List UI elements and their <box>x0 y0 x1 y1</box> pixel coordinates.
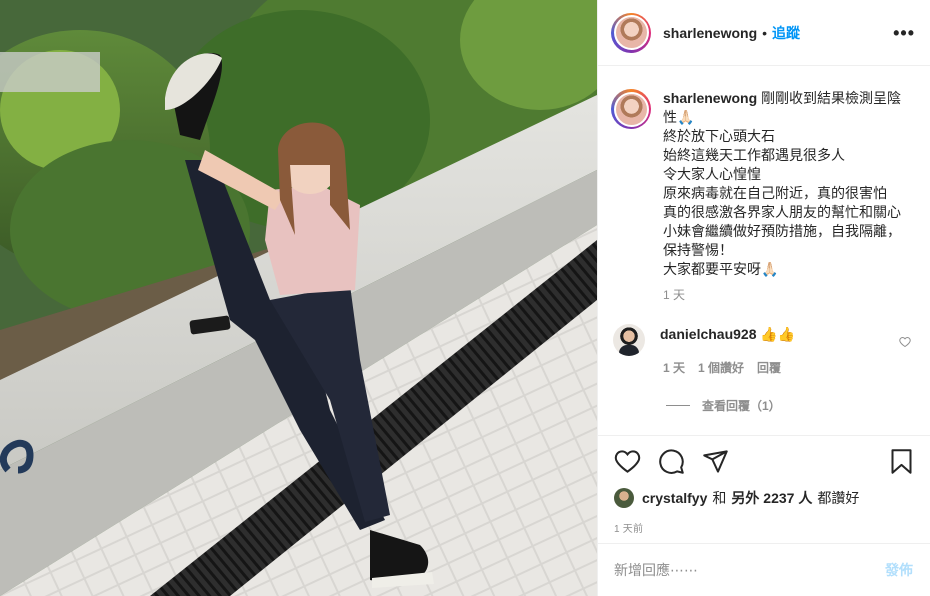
author-avatar[interactable] <box>611 12 651 53</box>
post-actions: crystalfyy 和 另外 2237 人 都讚好 1 天前 <box>598 435 930 543</box>
comment-heart-icon[interactable] <box>899 335 911 353</box>
comment-input[interactable] <box>614 562 874 578</box>
bookmark-icon[interactable] <box>888 448 915 475</box>
commenter-avatar[interactable] <box>613 324 645 356</box>
caption-line: 真的很感激各界家人朋友的幫忙和關心 <box>663 204 901 220</box>
caption-line: 原來病毒就在自己附近，真的很害怕 <box>663 185 887 201</box>
comment-icon[interactable] <box>658 448 685 475</box>
likes-others-count[interactable]: 另外 2237 人 <box>731 488 812 508</box>
caption-line: 始終這幾天工作都遇見很多人 <box>663 147 845 163</box>
caption-line: 剛剛收到結果檢測呈陰 <box>761 90 902 106</box>
caption-avatar[interactable] <box>611 89 651 129</box>
caption-username[interactable]: sharlenewong <box>663 90 757 106</box>
view-replies-button[interactable]: 查看回覆（1） <box>666 397 781 414</box>
post-image <box>0 0 597 596</box>
likes-and: 和 <box>712 490 727 506</box>
caption-line: 保持警惕！ <box>663 242 733 258</box>
liker-avatar[interactable] <box>614 488 634 508</box>
comment-body: danielchau928 👍👍 <box>660 326 795 356</box>
caption-line: 小妹會繼續做好預防措施，自我隔離， <box>663 223 901 239</box>
caption-line: 令大家人心惶惶 <box>663 166 761 182</box>
replies-dash <box>666 405 690 406</box>
add-comment-bar: 發佈 <box>598 543 930 596</box>
follow-button[interactable]: 追蹤 <box>772 23 800 43</box>
commenter-username[interactable]: danielchau928 <box>660 326 757 342</box>
comment-age[interactable]: 1 天 <box>663 359 685 376</box>
caption-line: 大家都要平安呀🙏🏻 <box>663 261 779 277</box>
post-panel: sharlenewong • 追蹤 ••• sharlenewong 剛剛收到結… <box>597 0 930 596</box>
post-comment-button[interactable]: 發佈 <box>885 560 913 580</box>
comment-item: danielchau928 👍👍 <box>613 324 918 356</box>
caption-line: 終於放下心頭大石 <box>663 128 775 144</box>
more-icon[interactable]: ••• <box>893 24 915 42</box>
likes-summary: crystalfyy 和 另外 2237 人 都讚好 <box>614 488 864 508</box>
post-header: sharlenewong • 追蹤 ••• <box>598 0 930 66</box>
action-icons <box>614 448 729 475</box>
caption-line: 性🙏🏻 <box>663 109 695 125</box>
separator-dot: • <box>762 24 768 41</box>
likes-suffix: 都讚好 <box>817 490 860 506</box>
caption-age[interactable]: 1 天 <box>663 286 685 303</box>
view-replies-label: 查看回覆（1） <box>702 399 781 413</box>
comment-meta: 1 天 1 個讚好 回覆 <box>663 359 781 376</box>
caption-text: sharlenewong 剛剛收到結果檢測呈陰 性🙏🏻 終於放下心頭大石 始終這… <box>663 89 913 279</box>
heart-icon[interactable] <box>614 448 641 475</box>
comment-likes[interactable]: 1 個讚好 <box>698 359 744 376</box>
comment-text: 👍👍 <box>760 326 796 342</box>
share-icon[interactable] <box>702 448 729 475</box>
reply-button[interactable]: 回覆 <box>757 359 781 376</box>
liker-username[interactable]: crystalfyy <box>642 490 707 506</box>
comments-section[interactable]: sharlenewong 剛剛收到結果檢測呈陰 性🙏🏻 終於放下心頭大石 始終這… <box>598 67 930 435</box>
caption: sharlenewong 剛剛收到結果檢測呈陰 性🙏🏻 終於放下心頭大石 始終這… <box>611 89 921 279</box>
post-photo[interactable] <box>0 0 597 596</box>
post-timestamp[interactable]: 1 天前 <box>614 520 643 535</box>
author-username[interactable]: sharlenewong <box>663 25 757 41</box>
